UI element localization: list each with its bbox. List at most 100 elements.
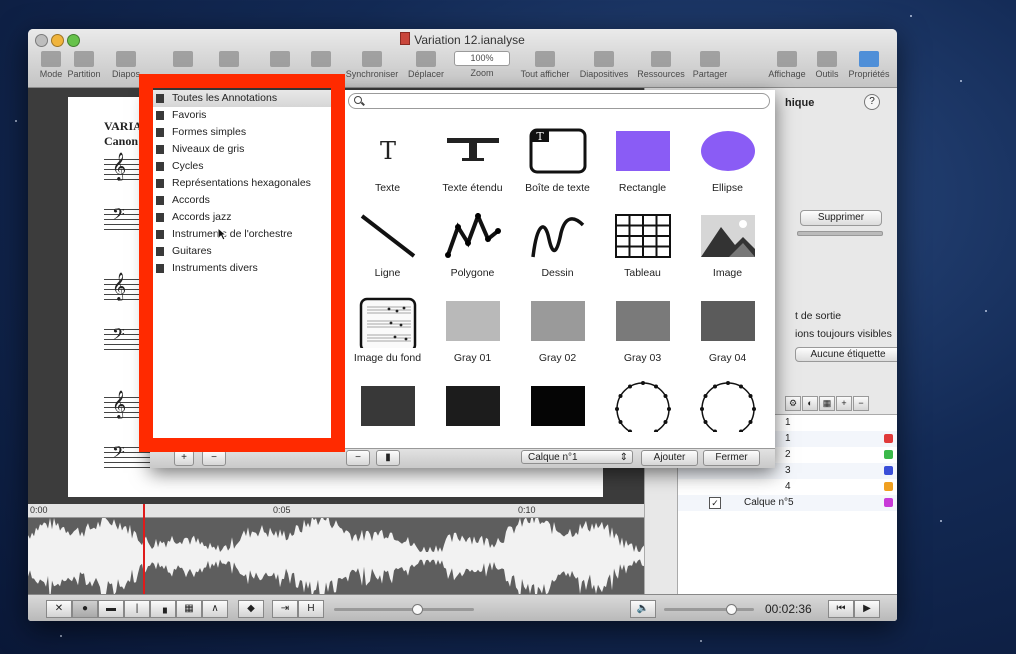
gray-swatch-icon [701, 301, 755, 341]
annotation-image[interactable]: Image [685, 210, 770, 295]
add-layer-button[interactable]: + [836, 396, 852, 411]
audio-timeline[interactable]: 0:00 0:05 0:10 [28, 504, 644, 594]
audio-waveform[interactable] [28, 518, 644, 594]
layer-row[interactable]: 4 [678, 479, 897, 495]
search-icon [354, 96, 362, 104]
annotation-rectangle[interactable]: Rectangle [600, 125, 685, 210]
toolbar-slideshow-button[interactable]: Diapositives [576, 51, 632, 85]
delete-button[interactable]: Supprimer [800, 210, 882, 226]
tools-icon [817, 51, 837, 67]
toolbar-properties-button[interactable]: Propriétés [845, 51, 893, 85]
slider-knob[interactable] [726, 604, 737, 615]
toolbar-resources-button[interactable]: Ressources [635, 51, 687, 85]
remove-category-button[interactable]: − [202, 450, 226, 466]
annotation-drawing[interactable]: Dessin [515, 210, 600, 295]
text-box-icon: T [529, 128, 587, 174]
annotation-line[interactable]: Ligne [345, 210, 430, 295]
toolbar-zoom-control[interactable]: 100% Zoom [452, 51, 512, 85]
rectangle-tool-button[interactable]: ▬ [98, 600, 124, 618]
diamond-tool-button[interactable]: ◆ [238, 600, 264, 618]
tag-icon[interactable]: ◐ [802, 396, 818, 411]
property-slider[interactable] [797, 231, 883, 236]
line-icon [360, 214, 416, 258]
annotation-text[interactable]: T Texte [345, 125, 430, 210]
extended-text-icon [447, 138, 499, 161]
layer-row[interactable]: ✓ Calque n°5 [678, 495, 897, 511]
volume-icon[interactable]: 🔈 [630, 600, 656, 618]
time-ruler[interactable]: 0:00 0:05 0:10 [28, 504, 644, 518]
gear-icon[interactable]: ⚙ [785, 396, 801, 411]
toolbar-tools-button[interactable]: Outils [811, 51, 843, 85]
bookmark-button[interactable]: ▮ [376, 450, 400, 466]
play-button[interactable]: ▶ [854, 600, 880, 618]
layer-visible-checkbox[interactable]: ✓ [709, 497, 721, 509]
output-option[interactable]: t de sortie [795, 310, 841, 322]
slider-knob[interactable] [412, 604, 423, 615]
add-category-button[interactable]: + [174, 450, 194, 466]
remove-annotation-button[interactable]: − [346, 450, 370, 466]
background-star [60, 635, 62, 637]
rewind-button[interactable]: ⏮ [828, 600, 854, 618]
polygon-icon [445, 213, 501, 258]
layer-color-swatch [884, 482, 893, 491]
toolbar-move-button[interactable]: Déplacer [403, 51, 449, 85]
mode-icon [41, 51, 61, 67]
annotation-gray-04[interactable]: Gray 04 [685, 295, 770, 380]
background-star [960, 80, 962, 82]
layer-color-swatch [884, 498, 893, 507]
annotation-gray-01[interactable]: Gray 01 [430, 295, 515, 380]
label-select[interactable]: Aucune étiquette [795, 347, 897, 362]
marker-tool-button[interactable]: | [124, 600, 150, 618]
annotation-ellipse[interactable]: Ellipse [685, 125, 770, 210]
playhead[interactable] [143, 504, 145, 594]
layers-icon[interactable]: ▦ [819, 396, 835, 411]
remove-layer-button[interactable]: − [853, 396, 869, 411]
gray-swatch-icon [361, 386, 415, 426]
bass-clef-icon: 𝄢 [112, 324, 125, 348]
toolbar-show-all-button[interactable]: Tout afficher [516, 51, 574, 85]
staircase-tool-button[interactable]: ▗ [150, 600, 176, 618]
always-visible-option[interactable]: ions toujours visibles [795, 328, 892, 340]
search-input[interactable] [348, 93, 770, 109]
close-tool-button[interactable]: ✕ [46, 600, 72, 618]
annotation-gray-03[interactable]: Gray 03 [600, 295, 685, 380]
waveform-tool-button[interactable]: ∧ [202, 600, 228, 618]
volume-slider[interactable] [664, 604, 754, 615]
annotation-polygon[interactable]: Polygone [430, 210, 515, 295]
zoom-field[interactable]: 100% [454, 51, 510, 66]
help-button[interactable]: ? [864, 94, 880, 110]
toolbar-sync-button[interactable]: Synchroniser [343, 51, 401, 85]
gray-swatch-icon [616, 301, 670, 341]
grid-tool-button[interactable]: ▦ [176, 600, 202, 618]
layer-color-swatch [884, 466, 893, 475]
time-mark: 0:10 [518, 505, 536, 515]
record-button[interactable]: ● [72, 600, 98, 618]
slide-icon [116, 51, 136, 67]
annotation-background-image[interactable]: Image du fond [345, 295, 430, 380]
move-icon [416, 51, 436, 67]
toolbar-view-button[interactable]: Affichage [765, 51, 809, 85]
properties-icon [859, 51, 879, 67]
toolbar-share-button[interactable]: Partager [688, 51, 732, 85]
toolbar-mode-button[interactable]: Mode [33, 51, 69, 85]
range-button[interactable]: H [298, 600, 324, 618]
toolbar-partition-button[interactable]: Partition [65, 51, 103, 85]
annotation-gray-02[interactable]: Gray 02 [515, 295, 600, 380]
annotation-text-box[interactable]: T Boîte de texte [515, 125, 600, 210]
background-star [15, 120, 17, 122]
annotation-table[interactable]: Tableau [600, 210, 685, 295]
view-icon [777, 51, 797, 67]
sync-icon [362, 51, 382, 67]
svg-text:T: T [380, 137, 396, 165]
close-panel-button[interactable]: Fermer [703, 450, 760, 466]
treble-clef-icon: 𝄞 [112, 272, 127, 300]
table-icon [270, 51, 290, 67]
add-annotation-button[interactable]: Ajouter [641, 450, 698, 466]
background-star [985, 310, 987, 312]
jump-to-button[interactable]: ⇥ [272, 600, 298, 618]
inspector-title: hique [785, 97, 815, 109]
bass-clef-icon: 𝄢 [112, 442, 125, 466]
annotation-extended-text[interactable]: Texte étendu [430, 125, 515, 210]
layer-select[interactable]: Calque n°1 ⇕ [521, 450, 633, 464]
timeline-zoom-slider[interactable] [334, 604, 474, 615]
